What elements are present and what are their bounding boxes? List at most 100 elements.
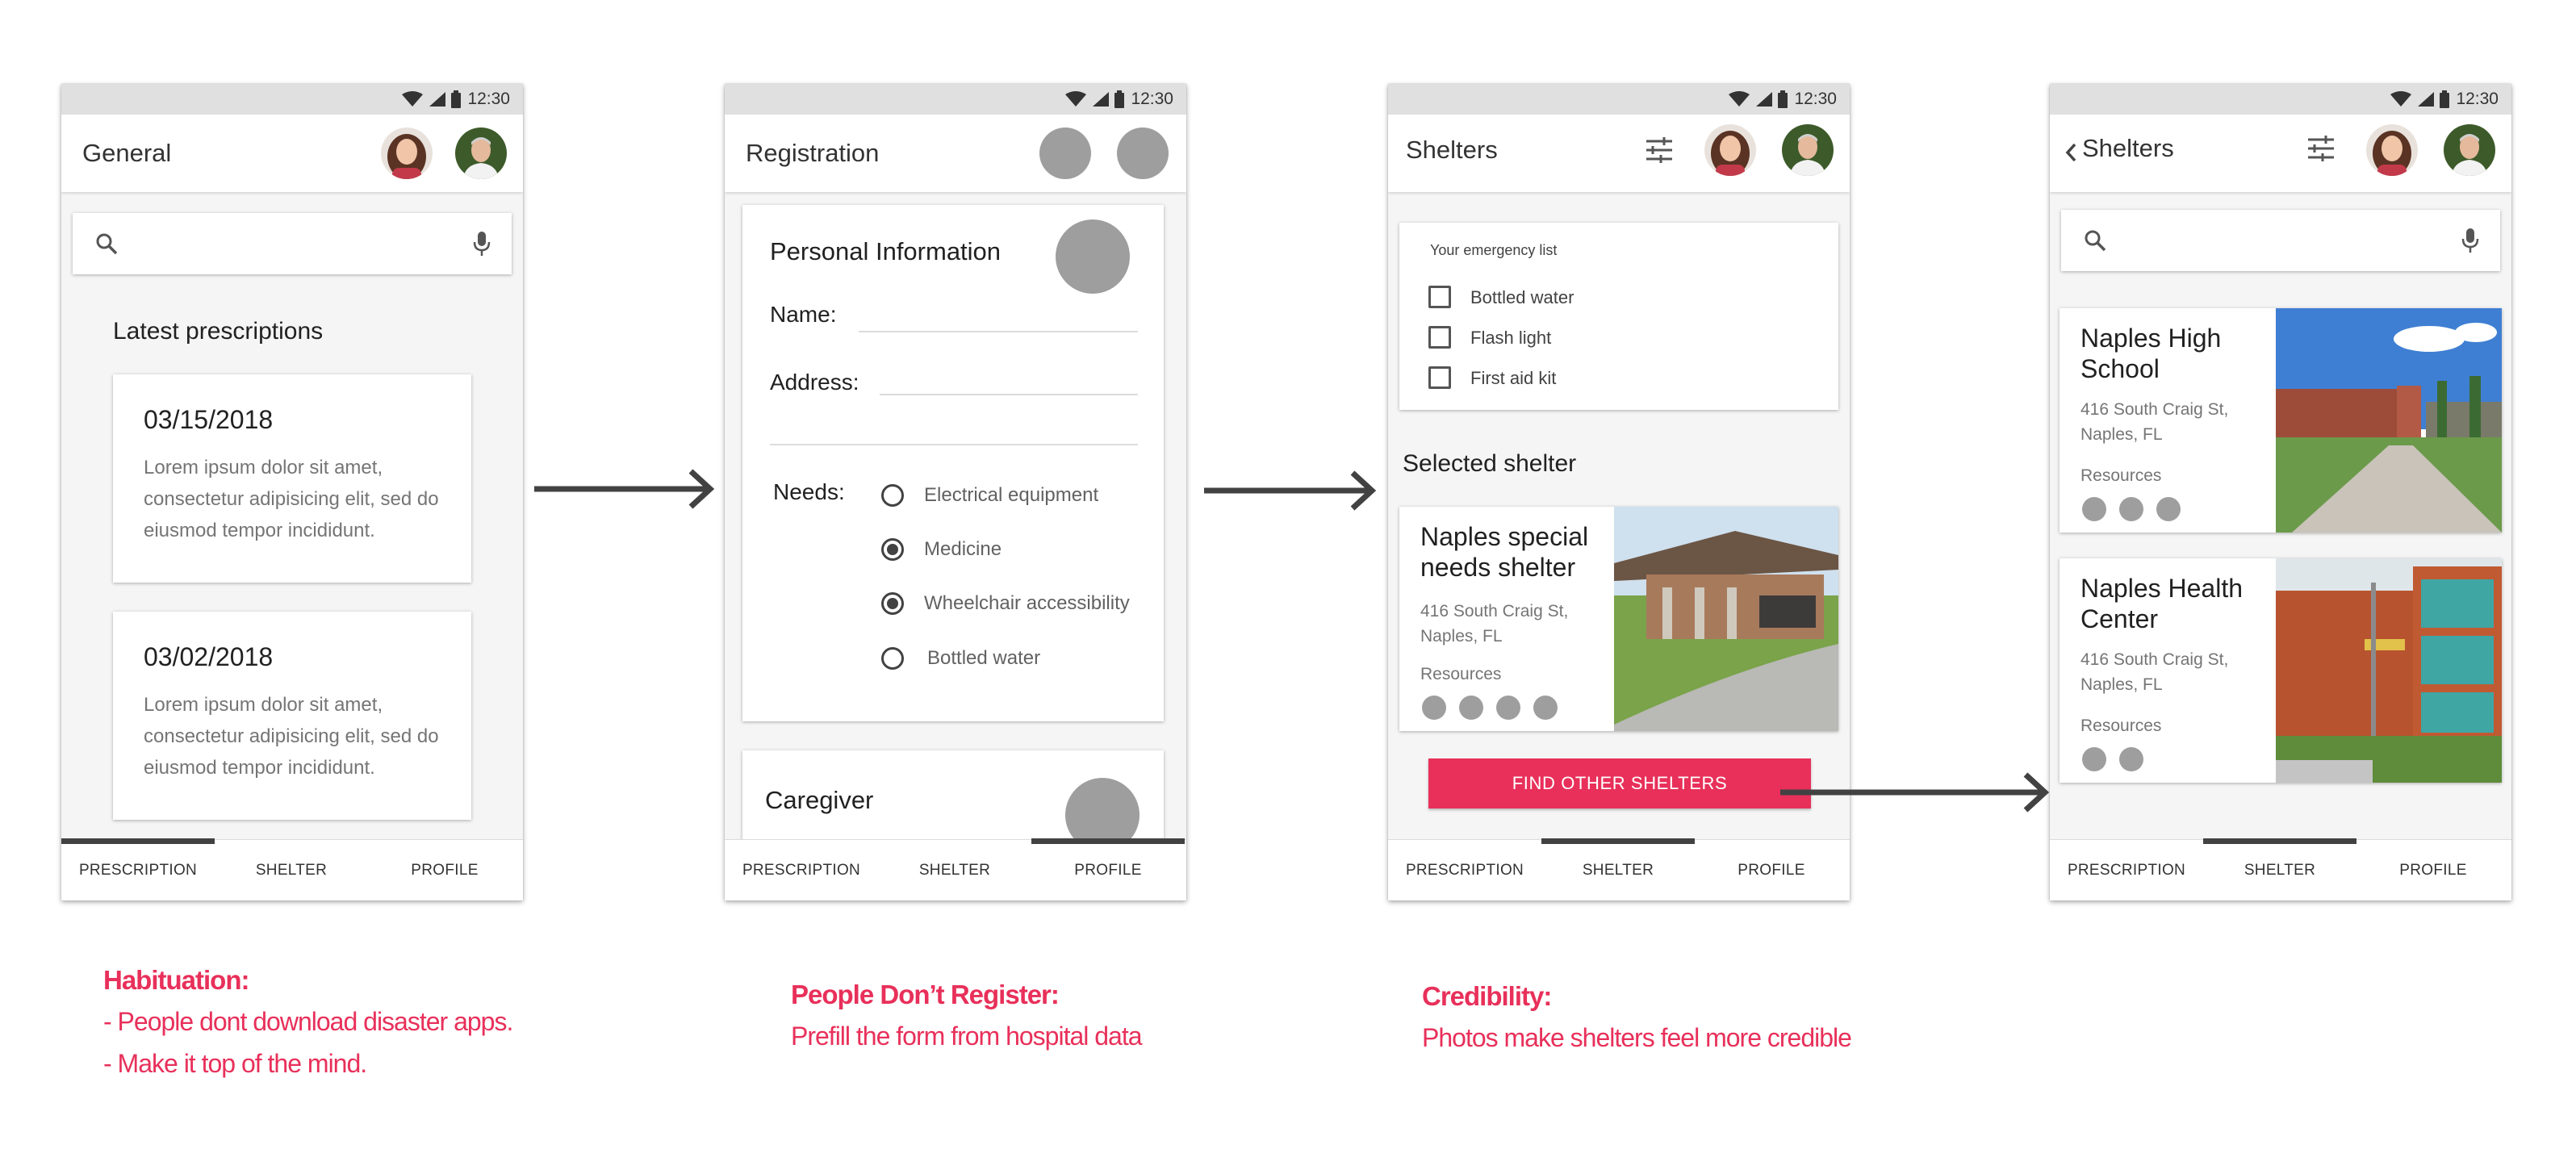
nav-shelter[interactable]: SHELTER — [1541, 838, 1695, 900]
radio-electrical-equipment[interactable] — [881, 484, 904, 507]
checkbox-label: Bottled water — [1470, 287, 1574, 307]
find-other-shelters-button[interactable]: FIND OTHER SHELTERS — [1428, 758, 1811, 808]
avatar-man[interactable] — [1782, 124, 1834, 176]
microphone-icon[interactable] — [473, 231, 491, 257]
signal-icon — [1756, 92, 1773, 107]
status-icons — [2390, 90, 2450, 108]
nav-profile[interactable]: PROFILE — [1031, 838, 1185, 900]
flow-arrow-right — [1780, 772, 2050, 813]
shelter-address: 416 South Craig St, Naples, FL — [2080, 650, 2229, 694]
nav-active-indicator — [1031, 838, 1185, 844]
shelter-name: Naples High School — [2080, 324, 2222, 383]
checkbox-first-aid-kit[interactable] — [1428, 366, 1451, 389]
nav-prescription[interactable]: PRESCRIPTION — [1388, 840, 1541, 900]
form-title: Personal Information — [770, 237, 1002, 265]
prescription-text: Lorem ipsum dolor sit amet, consectetur … — [144, 457, 439, 541]
note-title: People Don’t Register: — [791, 980, 1060, 1009]
nav-profile[interactable]: PROFILE — [2356, 840, 2510, 900]
avatar-man[interactable] — [455, 127, 507, 179]
status-bar: 12:30 — [725, 84, 1186, 115]
address-label: Address: — [770, 370, 859, 395]
search-bar[interactable] — [73, 213, 512, 274]
avatar-man[interactable] — [2444, 124, 2495, 176]
resource-icon — [2082, 497, 2106, 521]
avatar-woman[interactable] — [381, 127, 433, 179]
nav-prescription[interactable]: PRESCRIPTION — [61, 838, 215, 900]
nav-profile[interactable]: PROFILE — [1695, 840, 1848, 900]
avatar-placeholder[interactable] — [1039, 127, 1091, 179]
battery-icon — [451, 90, 462, 108]
avatar-placeholder[interactable] — [1117, 127, 1169, 179]
shelter-photo — [2276, 308, 2502, 533]
address-field-line2[interactable] — [770, 444, 1138, 445]
nav-label: PROFILE — [1074, 862, 1142, 879]
search-icon — [2085, 230, 2106, 252]
checkbox-flash-light[interactable] — [1428, 326, 1451, 349]
wifi-icon — [402, 91, 424, 107]
nav-label: SHELTER — [1582, 862, 1654, 879]
nav-prescription[interactable]: PRESCRIPTION — [725, 840, 878, 900]
status-bar: 12:30 — [1388, 84, 1850, 115]
nav-label: PRESCRIPTION — [742, 862, 861, 879]
status-time: 12:30 — [467, 90, 510, 108]
bottom-nav: PRESCRIPTION SHELTER PROFILE — [2050, 838, 2511, 900]
avatar-woman[interactable] — [2366, 124, 2418, 176]
shelter-name: Naples Health Center — [2080, 574, 2243, 633]
resource-icon — [2119, 747, 2143, 771]
bottom-nav: PRESCRIPTION SHELTER PROFILE — [725, 838, 1186, 900]
status-time: 12:30 — [1794, 90, 1837, 108]
prescription-card[interactable]: 03/15/2018 Lorem ipsum dolor sit amet, c… — [113, 374, 471, 583]
nav-profile[interactable]: PROFILE — [368, 840, 521, 900]
shelter-card[interactable]: Naples Health Center 416 South Craig St,… — [2060, 558, 2502, 783]
resource-icon — [1459, 696, 1483, 720]
address-field[interactable] — [880, 394, 1138, 395]
app-bar: General — [61, 115, 523, 192]
filter-icon[interactable] — [1643, 134, 1675, 166]
note-line: Prefill the form from hospital data — [791, 1022, 1143, 1051]
name-field[interactable] — [859, 331, 1138, 332]
page-title: General — [82, 139, 172, 167]
resources-label: Resources — [2080, 466, 2162, 485]
back-chevron-icon[interactable] — [2064, 142, 2077, 163]
radio-wheelchair-accessibility[interactable] — [881, 592, 904, 615]
shelter-card[interactable]: Naples High School 416 South Craig St, N… — [2060, 308, 2502, 533]
nav-prescription[interactable]: PRESCRIPTION — [2050, 840, 2203, 900]
resource-icon — [2156, 497, 2181, 521]
avatar-woman[interactable] — [1704, 124, 1756, 176]
phone-shelters-list: 12:30 Shelters Naples High School 416 So… — [2050, 84, 2511, 900]
nav-label: PRESCRIPTION — [1405, 862, 1524, 879]
wifi-icon — [1729, 91, 1750, 107]
radio-label: Electrical equipment — [924, 484, 1099, 506]
note-line: - Make it top of the mind. — [103, 1049, 367, 1078]
shelter-name: Naples special needs shelter — [1420, 522, 1589, 582]
nav-shelter[interactable]: SHELTER — [878, 840, 1031, 900]
filter-icon[interactable] — [2305, 132, 2337, 165]
radio-label: Medicine — [924, 538, 1002, 560]
battery-icon — [1778, 90, 1788, 108]
checkbox-label: Flash light — [1470, 328, 1552, 348]
flow-arrow-right — [1204, 470, 1377, 511]
emergency-list-title: Your emergency list — [1430, 242, 1558, 258]
prescription-card[interactable]: 03/02/2018 Lorem ipsum dolor sit amet, c… — [113, 612, 471, 820]
search-bar[interactable] — [2061, 210, 2500, 271]
profile-photo-placeholder[interactable] — [1056, 219, 1130, 294]
personal-info-card: Personal Information Name: Address: Need… — [742, 205, 1164, 721]
nav-label: SHELTER — [255, 862, 328, 879]
microphone-icon[interactable] — [2461, 228, 2479, 253]
caregiver-card: Caregiver — [742, 750, 1164, 852]
resource-icon — [2119, 497, 2143, 521]
nav-shelter[interactable]: SHELTER — [215, 840, 368, 900]
shelter-photo — [2276, 558, 2502, 783]
nav-shelter[interactable]: SHELTER — [2203, 838, 2356, 900]
emergency-list-card: Your emergency list Bottled water Flash … — [1399, 223, 1838, 410]
battery-icon — [1114, 90, 1125, 108]
nav-label: PROFILE — [2399, 862, 2467, 879]
radio-bottled-water[interactable] — [881, 647, 904, 670]
radio-medicine[interactable] — [881, 538, 904, 561]
selected-shelter-card[interactable]: Naples special needs shelter 416 South C… — [1399, 507, 1838, 731]
resources-label: Resources — [1420, 665, 1502, 683]
signal-icon — [2418, 92, 2435, 107]
resource-icon — [1422, 696, 1446, 720]
status-icons — [1728, 90, 1788, 108]
checkbox-bottled-water[interactable] — [1428, 286, 1451, 308]
